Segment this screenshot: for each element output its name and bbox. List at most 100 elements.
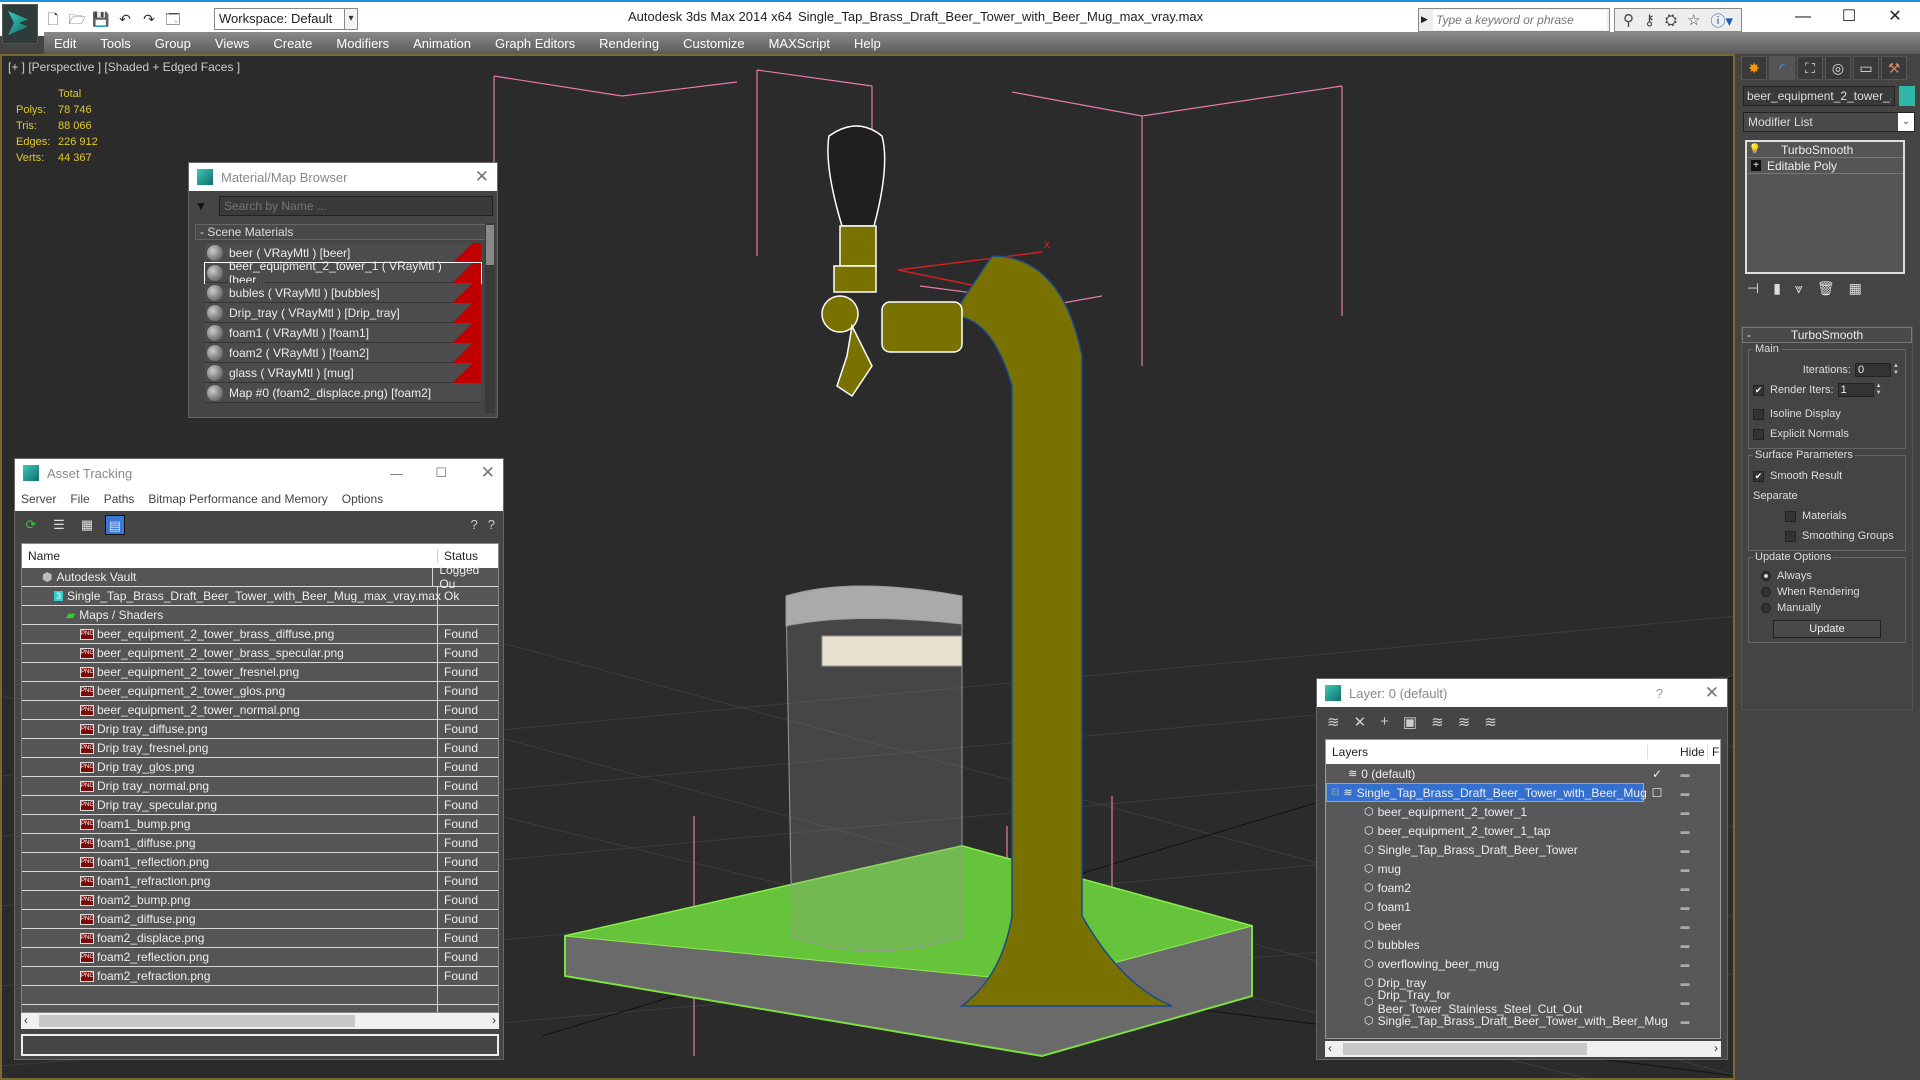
active-layer-box-icon[interactable]: ☐ [1652,786,1663,800]
asset-row[interactable]: PNG Drip tray_normal.png Found [22,776,498,796]
iterations-spinner[interactable]: 0 [1855,363,1891,377]
keyword-search-input[interactable] [1433,10,1607,30]
asset-row[interactable]: PNG beer_equipment_2_tower_brass_specular… [22,643,498,663]
material-list-scrollbar[interactable] [485,223,495,413]
list-view-icon[interactable]: ☰ [49,515,69,535]
close-button[interactable]: ✕ [1872,4,1918,32]
create-tab-icon[interactable]: ✸ [1741,56,1767,80]
column-name[interactable]: Name [22,549,438,563]
menu-graph-editors[interactable]: Graph Editors [495,36,575,51]
material-item[interactable]: beer_equipment_2_tower_1 ( VRayMtl ) [be… [204,259,482,287]
layer-manager-titlebar[interactable]: Layer: 0 (default) ? ✕ [1317,679,1727,707]
show-end-result-icon[interactable]: ▮ [1773,280,1781,297]
workspace-dropdown[interactable]: Workspace: Default ▾ [214,8,358,30]
layer-object-row[interactable]: ⬡ Drip_Tray_for Beer_Tower_Stainless_Stee… [1326,988,1720,1016]
save-icon[interactable]: 💾 [92,10,110,28]
modifier-list-dropdown[interactable]: Modifier List ⌄ [1743,112,1915,132]
layer-object-row[interactable]: ⬡ Single_Tap_Brass_Draft_Beer_Tower_with_… [1326,1011,1720,1030]
maximize-button[interactable]: ☐ [1826,4,1872,32]
layer-horizontal-scrollbar[interactable]: ‹ › [1325,1041,1721,1057]
hierarchy-tab-icon[interactable]: ⛶ [1797,56,1823,80]
material-item[interactable]: foam2 ( VRayMtl ) [foam2] [205,343,481,363]
menu-maxscript[interactable]: MAXScript [769,36,830,51]
scroll-right-icon[interactable]: › [492,1013,496,1027]
active-layer-check-icon[interactable]: ✓ [1652,767,1662,781]
asset-row[interactable]: PNG beer_equipment_2_tower_brass_diffuse.… [22,624,498,644]
object-name-field[interactable] [1743,86,1895,106]
smooth-result-checkbox[interactable]: ✔ [1753,470,1764,482]
table-view-icon[interactable]: ▤ [105,515,125,535]
spinner-arrows-icon[interactable]: ▲ ▼ [1876,383,1884,397]
configure-sets-icon[interactable]: ▦ [1849,280,1862,297]
hide-toggle[interactable]: ▬ [1670,826,1700,836]
utilities-tab-icon[interactable]: ⚒ [1881,56,1907,80]
help-icon[interactable]: ⓘ▾ [1710,10,1733,31]
menu-server[interactable]: Server [21,492,56,506]
scroll-right-icon[interactable]: › [1714,1041,1718,1055]
asset-row[interactable]: PNG Drip tray_fresnel.png Found [22,738,498,758]
application-menu-button[interactable] [2,4,38,44]
expand-arrow-icon[interactable]: ▶ [1421,14,1428,25]
always-radio[interactable] [1761,571,1771,581]
hide-all-icon[interactable]: ≋ [1458,713,1471,731]
minimize-button[interactable]: — [390,466,403,481]
menu-customize[interactable]: Customize [683,36,744,51]
display-tab-icon[interactable]: ▭ [1853,56,1879,80]
vault-help-icon[interactable]: ? [471,517,478,532]
explicit-normals-checkbox[interactable] [1753,428,1764,440]
customize-toolbar-button[interactable]: ▾ [344,8,358,30]
modify-tab-icon[interactable]: ◜ [1769,56,1795,80]
layer-object-row[interactable]: ⬡ beer ▬ [1326,916,1720,935]
create-layer-icon[interactable]: ≋ [1327,713,1340,731]
hide-toggle[interactable]: ▬ [1670,940,1700,950]
menu-animation[interactable]: Animation [413,36,471,51]
hide-toggle[interactable]: ▬ [1670,845,1700,855]
layer-object-row[interactable]: ⬡ foam2 ▬ [1326,878,1720,897]
collapse-icon[interactable]: ⊟ [1331,787,1339,798]
hide-toggle[interactable]: ▬ [1670,978,1700,988]
isoline-display-checkbox[interactable] [1753,408,1764,420]
hide-toggle[interactable]: ▬ [1670,788,1700,798]
asset-row[interactable]: PNG foam2_refraction.png Found [22,966,498,986]
menu-modifiers[interactable]: Modifiers [336,36,389,51]
spinner-arrows-icon[interactable]: ▲ ▼ [1893,363,1901,377]
material-item[interactable]: Drip_tray ( VRayMtl ) [Drip_tray] [205,303,481,323]
hide-toggle[interactable]: ▬ [1670,997,1700,1007]
remove-modifier-icon[interactable]: 🗑 [1817,280,1835,297]
menu-bitmap-performance[interactable]: Bitmap Performance and Memory [148,492,327,506]
open-file-icon[interactable]: 🗁 [68,10,86,28]
minimize-button[interactable]: — [1780,4,1826,32]
layer-object-row[interactable]: ⬡ mug ▬ [1326,859,1720,878]
asset-row[interactable]: PNG beer_equipment_2_tower_normal.png Foun… [22,700,498,720]
asset-row[interactable]: PNG foam1_refraction.png Found [22,871,498,891]
object-color-swatch[interactable] [1899,86,1915,106]
asset-row[interactable]: PNG beer_equipment_2_tower_fresnel.png Fou… [22,662,498,682]
asset-row[interactable]: PNG foam2_reflection.png Found [22,947,498,967]
tree-view-icon[interactable]: ▦ [77,515,97,535]
modifier-turbosmooth[interactable]: 💡 TurboSmooth [1747,142,1903,158]
highlight-layer-icon[interactable]: ≋ [1431,713,1444,731]
asset-row[interactable]: PNG beer_equipment_2_tower_glos.png Found [22,681,498,701]
layer-object-row[interactable]: ⬡ overflowing_beer_mug ▬ [1326,954,1720,973]
delete-layer-icon[interactable]: ✕ [1354,713,1367,731]
asset-row[interactable]: 3 Single_Tap_Brass_Draft_Beer_Tower_with_… [22,586,498,606]
asset-row[interactable]: PNG foam1_diffuse.png Found [22,833,498,853]
maximize-button[interactable]: ☐ [435,465,447,481]
layer-object-row[interactable]: ⬡ bubbles ▬ [1326,935,1720,954]
update-button[interactable]: Update [1773,620,1881,638]
binoculars-icon[interactable]: ⚲ [1623,11,1634,29]
close-icon[interactable]: ✕ [1705,683,1719,703]
menu-group[interactable]: Group [155,36,191,51]
new-file-icon[interactable]: 🗋 [44,10,62,28]
material-search-input[interactable] [219,196,493,216]
material-item[interactable]: glass ( VRayMtl ) [mug] [205,363,481,383]
column-layers[interactable]: Layers [1326,745,1648,759]
layer-object-row[interactable]: ⬡ foam1 ▬ [1326,897,1720,916]
refresh-icon[interactable]: ⟳ [21,515,41,535]
column-hide[interactable]: Hide [1674,745,1708,759]
menu-options[interactable]: Options [342,492,383,506]
asset-row[interactable]: PNG foam2_bump.png Found [22,890,498,910]
help-button[interactable]: ? [1656,686,1663,701]
hide-toggle[interactable]: ▬ [1670,864,1700,874]
filter-options-icon[interactable]: ▼ [195,199,207,213]
